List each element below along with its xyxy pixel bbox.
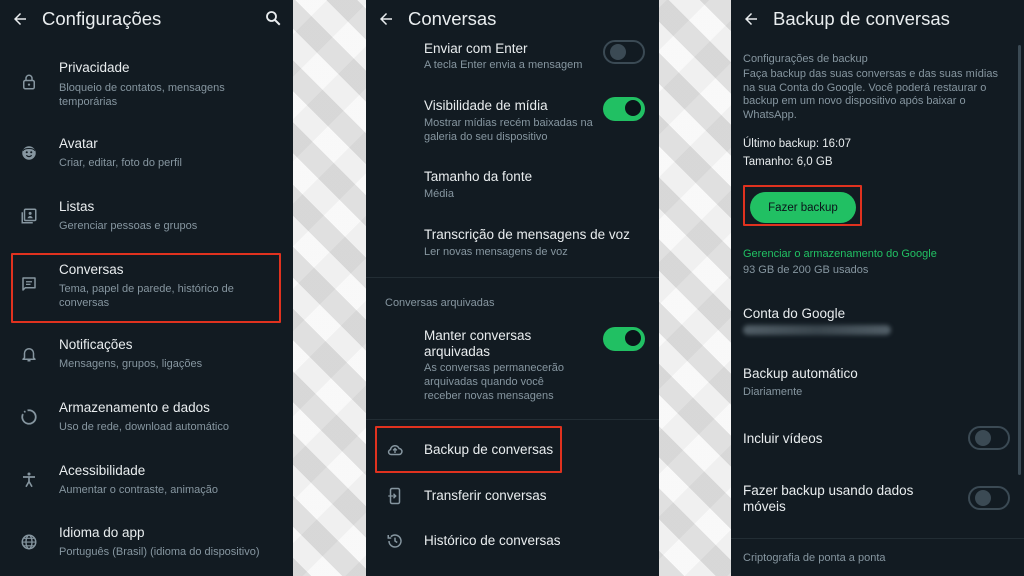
include-videos-toggle[interactable] [968,426,1010,450]
link-label: Transferir conversas [424,488,547,503]
settings-app-bar: Configurações [0,0,293,40]
transfer-chats-link[interactable]: Transferir conversas [366,480,659,512]
settings-item-description: Uso de rede, download automático [59,421,229,433]
backup-app-bar: Backup de conversas [731,0,1024,40]
page-title: Backup de conversas [773,8,950,29]
settings-item-description: Aumentar o contraste, animação [59,484,218,496]
settings-item-label: Listas [59,199,95,214]
section-title-backup-settings: Configurações de backup [743,53,868,65]
setting-label: Transcrição de mensagens de voz [424,227,630,242]
setting-description: A tecla Enter envia a mensagem [424,59,583,71]
setting-description: Mostrar mídias recém baixadas na galeria… [424,117,593,143]
blurred-email [743,325,891,335]
storage-icon [18,406,40,428]
section-title-archived: Conversas arquivadas [385,297,495,309]
setting-backup-mobile-data[interactable]: Fazer backup usando dados móveis [731,480,1024,520]
divider [731,538,1024,539]
lists-icon [18,205,40,227]
settings-item-description: Mensagens, grupos, ligações [59,358,203,370]
transfer-icon [384,485,406,507]
history-icon [384,530,406,552]
link-label: Histórico de conversas [424,533,561,548]
setting-media-visibility[interactable]: Visibilidade de mídia Mostrar mídias rec… [366,95,659,150]
setting-value: Diariamente [743,386,803,398]
highlight-box-backup [375,426,562,473]
lock-icon [18,71,40,93]
setting-enter-to-send[interactable]: Enviar com Enter A tecla Enter envia a m… [366,38,659,78]
setting-description: Ler novas mensagens de voz [424,246,568,258]
settings-item-label: Armazenamento e dados [59,400,210,415]
setting-label: Backup automático [743,366,858,381]
chats-app-bar: Conversas [366,0,659,40]
settings-item-storage[interactable]: Armazenamento e dados Uso de rede, downl… [0,394,293,439]
settings-item-label: Notificações [59,337,133,352]
scrollbar[interactable] [1018,45,1021,475]
enter-to-send-toggle[interactable] [603,40,645,64]
globe-icon [18,531,40,553]
settings-item-description: Bloqueio de contatos, mensagens temporár… [59,82,225,108]
setting-label: Fazer backup usando dados móveis [743,483,914,514]
back-arrow-icon[interactable] [741,9,761,29]
manage-google-storage-link[interactable]: Gerenciar o armazenamento do Google [743,248,937,260]
settings-item-avatar[interactable]: Avatar Criar, editar, foto do perfil [0,130,293,175]
last-backup-text: Último backup: 16:07 [743,138,852,150]
backup-size-text: Tamanho: 6,0 GB [743,156,833,168]
setting-label: Manter conversas arquivadas [424,328,532,359]
setting-auto-backup[interactable]: Backup automático Diariamente [731,362,1024,402]
bell-icon [18,343,40,365]
highlight-box-chats [11,253,281,323]
settings-item-accessibility[interactable]: Acessibilidade Aumentar o contraste, ani… [0,457,293,502]
settings-item-privacy[interactable]: Privacidade Bloqueio de contatos, mensag… [0,52,293,112]
backup-mobile-data-toggle[interactable] [968,486,1010,510]
backup-description: Faça backup das suas conversas e das sua… [743,68,998,121]
divider [366,419,659,420]
setting-font-size[interactable]: Tamanho da fonte Média [366,166,659,206]
settings-item-label: Idioma do app [59,525,145,540]
setting-google-account[interactable]: Conta do Google [731,300,1024,342]
accessibility-icon [18,469,40,491]
setting-label: Incluir vídeos [743,431,823,446]
setting-keep-archived[interactable]: Manter conversas arquivadas As conversas… [366,325,659,405]
page-title: Configurações [42,8,162,29]
back-arrow-icon[interactable] [10,9,30,29]
back-arrow-icon[interactable] [376,9,396,29]
setting-description: Média [424,188,454,200]
setting-label: Conta do Google [743,306,846,321]
backup-screen: Backup de conversas Configurações de bac… [731,0,1024,576]
settings-item-description: Criar, editar, foto do perfil [59,157,182,169]
settings-item-notifications[interactable]: Notificações Mensagens, grupos, ligações [0,331,293,376]
section-title-encryption: Criptografia de ponta a ponta [743,552,886,564]
setting-include-videos[interactable]: Incluir vídeos [731,424,1024,454]
storage-used-text: 93 GB de 200 GB usados [743,264,869,276]
setting-description: As conversas permanecerão arquivadas qua… [424,362,565,402]
page-title: Conversas [408,8,497,29]
settings-item-lists[interactable]: Listas Gerenciar pessoas e grupos [0,193,293,238]
setting-voice-transcription[interactable]: Transcrição de mensagens de voz Ler nova… [366,224,659,264]
settings-item-label: Privacidade [59,60,130,75]
settings-item-description: Gerenciar pessoas e grupos [59,220,198,232]
keep-archived-toggle[interactable] [603,327,645,351]
chats-settings-screen: Conversas Enviar com Enter A tecla Enter… [366,0,659,576]
settings-item-label: Avatar [59,136,98,151]
divider [366,277,659,278]
media-visibility-toggle[interactable] [603,97,645,121]
setting-label: Tamanho da fonte [424,169,533,184]
highlight-box-backup-button [743,185,862,226]
setting-label: Enviar com Enter [424,41,528,56]
search-icon[interactable] [263,8,283,28]
settings-item-description: Português (Brasil) (idioma do dispositiv… [59,546,260,558]
avatar-icon [18,142,40,164]
settings-item-label: Acessibilidade [59,463,146,478]
chat-history-link[interactable]: Histórico de conversas [366,525,659,557]
settings-item-language[interactable]: Idioma do app Português (Brasil) (idioma… [0,519,293,564]
setting-label: Visibilidade de mídia [424,98,548,113]
settings-screen: Configurações Privacidade Bloqueio de co… [0,0,293,576]
